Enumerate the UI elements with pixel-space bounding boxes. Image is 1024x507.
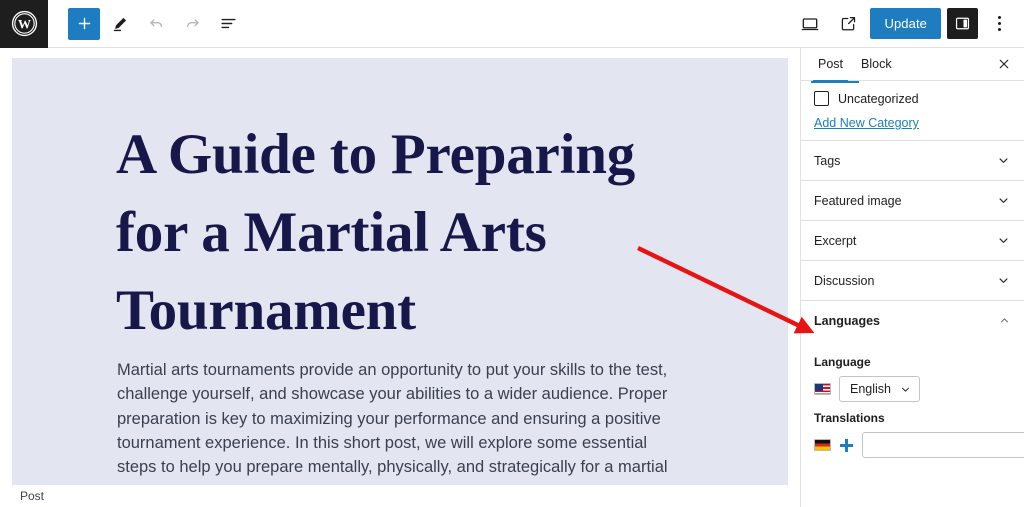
- update-button[interactable]: Update: [870, 8, 941, 39]
- toolbar-left-group: [68, 7, 244, 40]
- category-section: Uncategorized Add New Category: [801, 81, 1024, 130]
- chevron-down-icon: [996, 233, 1011, 248]
- post-title[interactable]: A Guide to Preparing for a Martial Arts …: [116, 116, 716, 350]
- panel-discussion[interactable]: Discussion: [801, 260, 1024, 300]
- wordpress-logo-icon[interactable]: W: [0, 0, 48, 48]
- tab-block[interactable]: Block: [852, 48, 901, 81]
- panel-excerpt[interactable]: Excerpt: [801, 220, 1024, 260]
- add-translation-button[interactable]: [839, 438, 854, 453]
- undo-button[interactable]: [140, 8, 172, 40]
- flag-us-icon: [814, 383, 831, 395]
- document-overview-icon: [220, 18, 236, 29]
- redo-arrow-icon: [186, 19, 199, 28]
- panel-title: Tags: [814, 153, 841, 168]
- chevron-down-icon: [996, 193, 1011, 208]
- editor-region: A Guide to Preparing for a Martial Arts …: [0, 48, 800, 507]
- language-row: English: [814, 376, 1011, 402]
- panel-title: Discussion: [814, 273, 875, 288]
- preview-button[interactable]: [794, 8, 826, 40]
- kebab-dot: [997, 28, 1001, 31]
- panel-tags[interactable]: Tags: [801, 140, 1024, 180]
- language-select[interactable]: English: [839, 376, 920, 402]
- panel-featured-image[interactable]: Featured image: [801, 180, 1024, 220]
- language-select-value: English: [850, 382, 891, 396]
- translation-input[interactable]: [862, 432, 1024, 458]
- settings-sidebar-icon: [955, 17, 970, 30]
- external-link-icon: [841, 17, 856, 31]
- close-icon: [999, 59, 1009, 69]
- pencil-icon: [113, 17, 127, 31]
- breadcrumb[interactable]: Post: [20, 489, 44, 503]
- chevron-down-icon: [996, 273, 1011, 288]
- language-label: Language: [814, 355, 871, 369]
- settings-sidebar: Post Block Uncategorized Add New Categor…: [800, 48, 1024, 507]
- toolbar-right-group: Update: [794, 8, 1024, 40]
- category-item[interactable]: Uncategorized: [801, 81, 1024, 110]
- tools-button[interactable]: [104, 8, 136, 40]
- kebab-dot: [997, 22, 1001, 25]
- editor-toolbar: W Update: [0, 0, 1024, 48]
- translations-label: Translations: [814, 411, 885, 425]
- sidebar-tabs: Post Block: [801, 48, 1024, 82]
- kebab-dot: [997, 16, 1001, 19]
- post-paragraph-block[interactable]: Martial arts tournaments provide an oppo…: [117, 358, 687, 485]
- undo-arrow-icon: [149, 19, 162, 28]
- post-canvas[interactable]: A Guide to Preparing for a Martial Arts …: [12, 58, 788, 485]
- category-checkbox[interactable]: [814, 91, 829, 106]
- more-options-button[interactable]: [984, 8, 1014, 40]
- add-block-button[interactable]: [68, 7, 100, 40]
- settings-sidebar-toggle[interactable]: [947, 8, 978, 39]
- tab-post[interactable]: Post: [809, 48, 852, 82]
- translation-row: [814, 432, 1024, 458]
- panel-title: Languages: [814, 313, 880, 328]
- list-view-button[interactable]: [212, 8, 244, 40]
- plus-icon: [78, 17, 90, 30]
- chevron-up-icon: [998, 314, 1011, 327]
- chevron-down-icon: [902, 387, 909, 392]
- category-label: Uncategorized: [838, 91, 919, 106]
- desktop-preview-icon: [802, 17, 819, 30]
- panel-languages[interactable]: Languages: [801, 300, 1024, 340]
- add-new-category-link[interactable]: Add New Category: [814, 116, 1024, 130]
- flag-de-icon: [814, 439, 831, 451]
- redo-button[interactable]: [176, 8, 208, 40]
- wordpress-block-editor: W Update A Guide to Preparing for a Mart…: [0, 0, 1024, 507]
- view-post-button[interactable]: [832, 8, 864, 40]
- svg-text:W: W: [18, 16, 31, 31]
- editor-status-bar: Post: [0, 485, 800, 507]
- panel-title: Featured image: [814, 193, 902, 208]
- languages-panel-body: Language English Translations: [801, 340, 1024, 458]
- panel-title: Excerpt: [814, 233, 857, 248]
- panel-scroll-indicator: [811, 81, 859, 83]
- close-sidebar-button[interactable]: [992, 52, 1016, 76]
- chevron-down-icon: [996, 153, 1011, 168]
